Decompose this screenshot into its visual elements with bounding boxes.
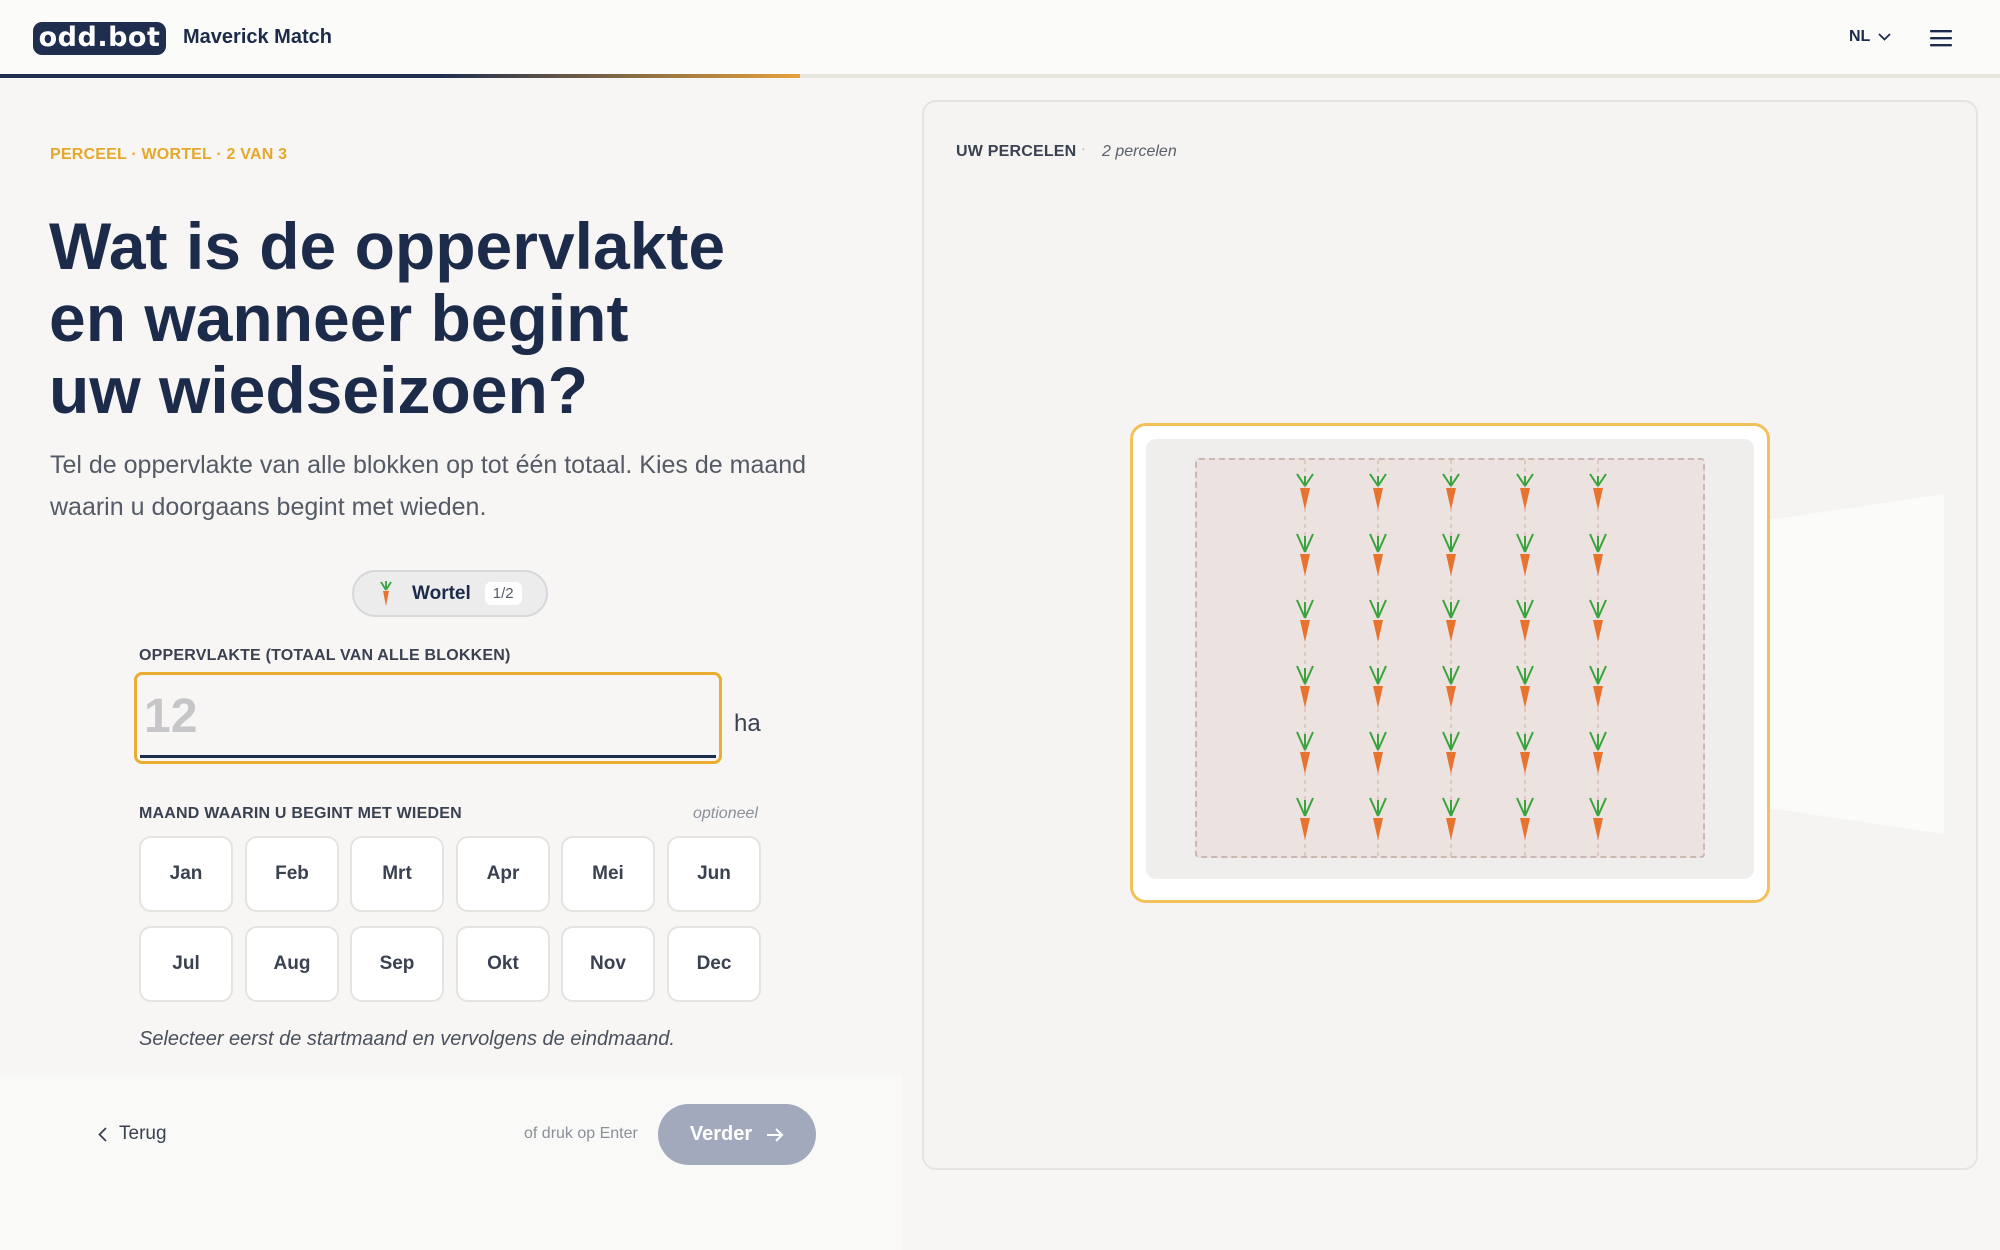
carrot-plant-icon: [1296, 731, 1314, 774]
app-name: Maverick Match: [183, 26, 332, 48]
carrot-plant-icon: [1589, 731, 1607, 774]
month-button-sep[interactable]: Sep: [350, 926, 444, 1002]
carrot-plant-icon: [1442, 731, 1460, 774]
crop-selector-pill[interactable]: Wortel 1/2: [352, 570, 548, 617]
oddbot-logo[interactable]: odd.bot: [33, 22, 166, 55]
month-button-apr[interactable]: Apr: [456, 836, 550, 912]
hamburger-menu-icon[interactable]: [1930, 28, 1952, 48]
plot-field-area: [1195, 458, 1705, 860]
month-button-feb[interactable]: Feb: [245, 836, 339, 912]
back-label: Terug: [119, 1123, 167, 1144]
next-label: Verder: [689, 1123, 753, 1145]
page-subtitle: Tel de oppervlakte van alle blokken op t…: [50, 451, 807, 521]
carrot-plant-icon: [1296, 473, 1314, 510]
carrot-plant-icon: [1369, 731, 1387, 774]
language-code: NL: [1849, 28, 1871, 45]
next-plot-card-preview[interactable]: [1760, 494, 1944, 834]
crop-name: Wortel: [412, 582, 471, 604]
plots-panel-title: UW PERCELEN: [956, 143, 1077, 160]
carrot-plant-icon: [1369, 533, 1387, 576]
back-button[interactable]: Terug: [98, 1123, 167, 1145]
month-button-dec[interactable]: Dec: [667, 926, 761, 1002]
carrot-plant-icon: [1442, 665, 1460, 708]
area-input-wrapper: [134, 672, 722, 764]
carrot-rows-illustration: [1296, 460, 1607, 860]
carrot-plant-icon: [1369, 599, 1387, 642]
carrot-plant-icon: [1442, 533, 1460, 576]
carrot-plant-icon: [1369, 473, 1387, 510]
carrot-plant-icon: [1516, 731, 1534, 774]
next-button[interactable]: Verder: [658, 1104, 816, 1165]
month-button-aug[interactable]: Aug: [245, 926, 339, 1002]
month-button-jul[interactable]: Jul: [139, 926, 233, 1002]
month-button-okt[interactable]: Okt: [456, 926, 550, 1002]
month-hint: Selecteer eerst de startmaand en vervolg…: [139, 1028, 675, 1050]
carrot-plant-icon: [1589, 533, 1607, 576]
month-button-jan[interactable]: Jan: [139, 836, 233, 912]
page-title: Wat is de oppervlakte en wanneer begint …: [49, 209, 726, 427]
area-unit: ha: [734, 710, 761, 737]
carrot-plant-icon: [1516, 797, 1534, 840]
carrot-plant-icon: [1442, 599, 1460, 642]
carrot-plant-icon: [1369, 797, 1387, 840]
step-progress-fill: [0, 74, 800, 78]
step-eyebrow: PERCEEL · WORTEL · 2 VAN 3: [50, 146, 288, 163]
carrot-plant-icon: [1589, 599, 1607, 642]
carrot-plant-icon: [1516, 473, 1534, 510]
carrot-plant-icon: [1516, 599, 1534, 642]
crop-count-badge: 1/2: [484, 582, 522, 605]
carrot-plant-icon: [1589, 797, 1607, 840]
carrot-plant-icon: [1296, 797, 1314, 840]
month-field-label: MAAND WAARIN U BEGINT MET WIEDEN: [139, 805, 462, 822]
carrot-plant-icon: [1296, 599, 1314, 642]
carrot-plant-icon: [1296, 665, 1314, 708]
carrot-icon: [380, 580, 392, 606]
carrot-plant-icon: [1442, 797, 1460, 840]
carrot-plant-icon: [1369, 665, 1387, 708]
carrot-plant-icon: [1296, 533, 1314, 576]
chevron-down-icon: [1878, 33, 1891, 41]
carrot-plant-icon: [1589, 665, 1607, 708]
optional-label: optioneel: [693, 805, 758, 822]
area-input[interactable]: [140, 678, 716, 758]
carrot-plant-icon: [1516, 533, 1534, 576]
carrot-plant-icon: [1442, 473, 1460, 510]
arrow-right-icon: [767, 1127, 784, 1142]
enter-hint: of druk op Enter: [524, 1125, 638, 1142]
area-field-label: OPPERVLAKTE (TOTAAL VAN ALLE BLOKKEN): [139, 647, 511, 664]
language-selector[interactable]: NL: [1849, 28, 1891, 46]
carrot-plant-icon: [1589, 473, 1607, 510]
top-bar: odd.bot Maverick Match NL: [0, 0, 2000, 78]
carrot-plant-icon: [1516, 665, 1534, 708]
chevron-left-icon: [98, 1126, 107, 1142]
month-button-mei[interactable]: Mei: [561, 836, 655, 912]
month-button-mrt[interactable]: Mrt: [350, 836, 444, 912]
plots-panel-separator: ·: [1081, 140, 1086, 156]
month-button-nov[interactable]: Nov: [561, 926, 655, 1002]
month-button-jun[interactable]: Jun: [667, 836, 761, 912]
plots-count: 2 percelen: [1102, 143, 1177, 160]
step-progress-bar: [0, 74, 2000, 78]
